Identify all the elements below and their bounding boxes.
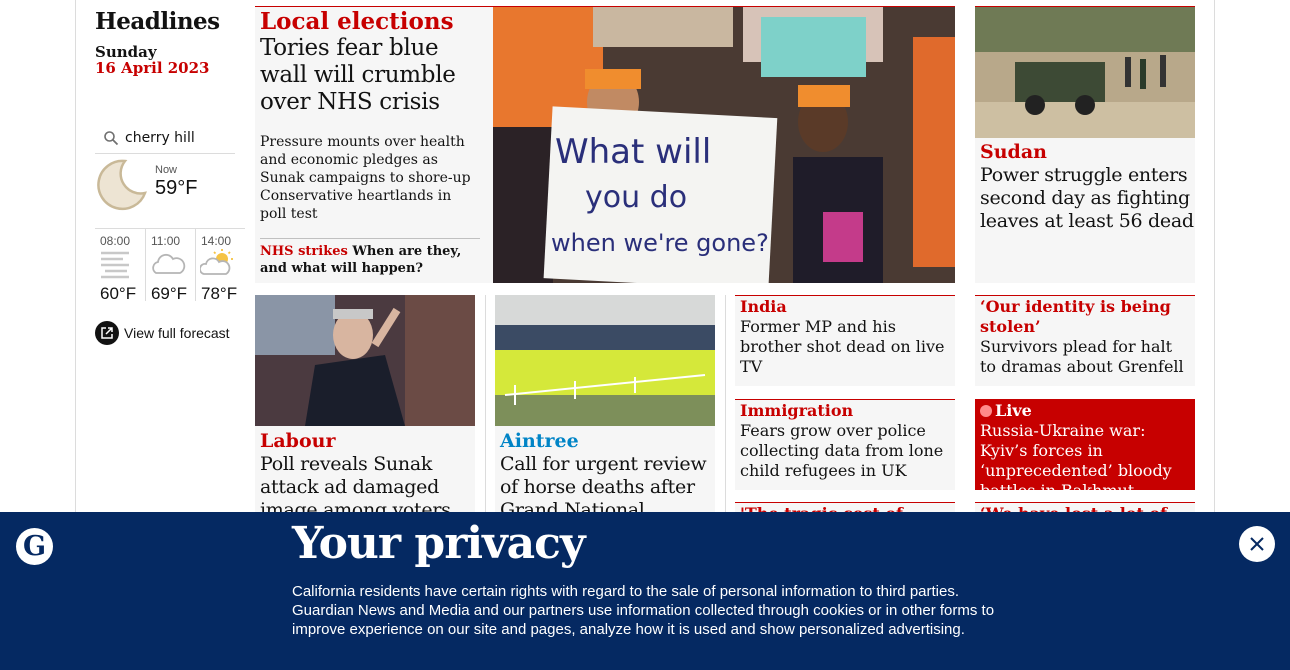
sudan-text: Sudan Power struggle enters second day a… [980, 140, 1194, 233]
labour-text: Labour Poll reveals Sunak attack ad dama… [260, 429, 472, 522]
forecast-cell: 11:00 69°F [144, 229, 195, 303]
forecast-cell: 14:00 78°F [194, 229, 245, 303]
sign-line-1: What will [555, 132, 711, 172]
aintree-story-card[interactable]: Aintree Call for urgent review of horse … [495, 295, 715, 525]
top-story-text: Local elections Tories fear blue wall wi… [260, 7, 488, 116]
external-link-icon [95, 321, 119, 345]
identity-kicker: ‘Our identity is being stolen’ [980, 297, 1171, 336]
sudan-kicker: Sudan [980, 141, 1047, 163]
moon-icon [97, 159, 147, 211]
logo-letter: G [22, 531, 47, 562]
forecast-time: 14:00 [200, 234, 232, 248]
top-story-card[interactable]: Local elections Tories fear blue wall wi… [255, 6, 955, 283]
now-label: Now [155, 164, 178, 176]
forecast-time: 08:00 [100, 234, 131, 248]
nhs-strikes-sublink[interactable]: NHS strikes When are they, and what will… [260, 238, 480, 277]
grenfell-story-card[interactable]: ‘Our identity is being stolen’ Survivors… [975, 295, 1195, 386]
privacy-text: California residents have certain rights… [292, 583, 995, 638]
section-title: Headlines [95, 8, 220, 35]
location-search[interactable]: cherry hill [95, 122, 235, 154]
forecast-cell: 08:00 60°F [95, 229, 145, 303]
india-story-card[interactable]: India Former MP and his brother shot dea… [735, 295, 955, 386]
sublink-kicker: NHS strikes [260, 244, 348, 259]
date-full: 16 April 2023 [95, 59, 210, 77]
sign-line-2: you do [585, 180, 687, 215]
now-temp: 59°F [155, 177, 198, 199]
india-kicker: India [740, 297, 787, 316]
aintree-text: Aintree Call for urgent review of horse … [500, 429, 712, 525]
live-kicker-wrap: Live [980, 401, 1192, 421]
india-headline: Former MP and his brother shot dead on l… [740, 317, 945, 376]
search-icon [104, 130, 119, 145]
protest-photo: What will you do when we're gone? [493, 7, 955, 283]
close-button[interactable] [1239, 526, 1275, 562]
forecast-temp: 78°F [200, 284, 238, 303]
sudan-headline: Power struggle enters second day as figh… [980, 164, 1194, 232]
starmer-photo [255, 295, 475, 426]
live-blog-card[interactable]: Live Russia-Ukraine war: Kyiv’s forces i… [975, 399, 1195, 490]
immigration-text: Immigration Fears grow over police colle… [740, 401, 952, 481]
view-full-forecast-link[interactable]: View full forecast [95, 321, 230, 345]
view-forecast-label: View full forecast [124, 325, 230, 341]
privacy-title: Your privacy [292, 518, 586, 569]
forecast-temp: 69°F [150, 284, 188, 303]
location-name: cherry hill [125, 129, 195, 146]
live-dot-icon [980, 405, 992, 417]
hourly-forecast: 08:00 60°F 11:00 69°F 14:00 78°F [95, 228, 245, 303]
live-headline: Russia-Ukraine war: Kyiv’s forces in ‘un… [980, 421, 1172, 490]
aintree-photo [495, 295, 715, 426]
identity-headline: Survivors plead for halt to dramas about… [980, 337, 1184, 376]
labour-story-card[interactable]: Labour Poll reveals Sunak attack ad dama… [255, 295, 475, 525]
sun-cloud-icon [199, 249, 233, 275]
sign-line-3: when we're gone? [551, 229, 769, 257]
forecast-time: 11:00 [150, 234, 181, 248]
sudan-story-card[interactable]: Sudan Power struggle enters second day a… [975, 6, 1195, 283]
live-kicker: Live [995, 401, 1032, 420]
column-divider [725, 295, 726, 525]
top-story-standfirst: Pressure mounts over health and economic… [260, 134, 471, 222]
live-text: Live Russia-Ukraine war: Kyiv’s forces i… [980, 401, 1192, 490]
aintree-kicker: Aintree [500, 430, 579, 452]
identity-text: ‘Our identity is being stolen’ Survivors… [980, 297, 1192, 377]
india-text: India Former MP and his brother shot dea… [740, 297, 952, 377]
sudan-photo [975, 7, 1195, 138]
guardian-logo-icon: G [16, 528, 53, 565]
forecast-temp: 60°F [100, 284, 137, 303]
immigration-headline: Fears grow over police collecting data f… [740, 421, 944, 480]
cloud-icon [152, 253, 186, 274]
privacy-banner: G Your privacy California residents have… [0, 512, 1290, 670]
close-icon [1250, 537, 1264, 551]
top-story-kicker: Local elections [260, 8, 454, 35]
column-divider [485, 295, 486, 525]
immigration-kicker: Immigration [740, 401, 854, 420]
fog-icon [101, 251, 129, 279]
immigration-story-card[interactable]: Immigration Fears grow over police colle… [735, 399, 955, 490]
top-story-headline: Tories fear blue wall will crumble over … [260, 35, 456, 115]
labour-kicker: Labour [260, 430, 336, 452]
